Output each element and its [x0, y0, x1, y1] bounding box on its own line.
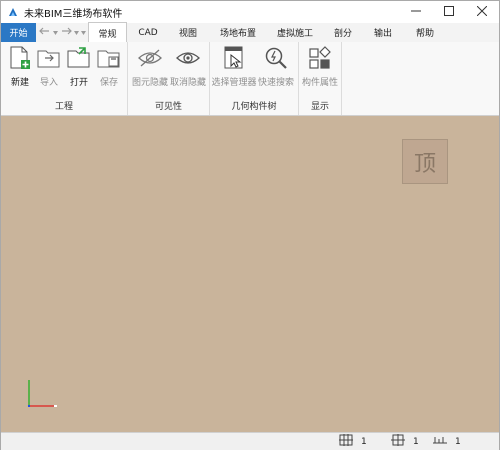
status-value: 1	[413, 436, 419, 447]
selection-manager-icon	[223, 44, 245, 73]
ribbon-group-visibility: 图元隐藏 取消隐藏 可见性	[128, 42, 210, 115]
tab-output[interactable]: 输出	[368, 23, 398, 42]
app-window: 未来BIM三维场布软件 开始 常规 CAD 视图 场地布置 虚拟施工 剖分 输出…	[0, 0, 500, 450]
status-scale[interactable]: 1	[433, 435, 461, 448]
hide-element-button[interactable]: 图元隐藏	[132, 44, 169, 88]
tab-general[interactable]: 常规	[88, 22, 127, 44]
new-button[interactable]: 新建	[5, 44, 35, 88]
undo-icon[interactable]	[39, 26, 51, 39]
ribbon-tab-row: 开始 常规 CAD 视图 场地布置 虚拟施工 剖分 输出 帮助	[1, 22, 499, 44]
close-button[interactable]	[466, 1, 498, 23]
ribbon-group-label-geometry-tree: 几何构件树	[231, 102, 277, 112]
selection-manager-button[interactable]: 选择管理器	[211, 44, 257, 88]
title-bar: 未来BIM三维场布软件	[1, 1, 499, 23]
element-properties-button-label: 构件属性	[302, 78, 339, 88]
status-bar: 1 1 1	[1, 432, 499, 450]
tab-section[interactable]: 剖分	[328, 23, 358, 42]
import-button[interactable]: 导入	[34, 44, 64, 88]
status-grid-2[interactable]: 1	[391, 434, 419, 449]
tab-help[interactable]: 帮助	[410, 23, 440, 42]
3d-viewport[interactable]: 顶	[1, 116, 499, 432]
save-icon	[97, 44, 121, 73]
element-properties-button[interactable]: 构件属性	[302, 44, 339, 88]
quick-search-button[interactable]: 快速搜索	[258, 44, 294, 88]
ribbon-group-label-project: 工程	[54, 102, 73, 112]
tab-cad[interactable]: CAD	[131, 23, 165, 42]
close-icon	[476, 5, 488, 19]
new-file-icon	[9, 44, 31, 73]
maximize-icon	[444, 5, 454, 19]
eye-icon	[175, 44, 201, 73]
unhide-button-label: 取消隐藏	[170, 78, 207, 88]
open-button-label: 打开	[69, 78, 88, 88]
tab-virtual-construction[interactable]: 虚拟施工	[270, 23, 320, 42]
redo-dropdown-icon[interactable]	[74, 28, 79, 38]
hide-element-button-label: 图元隐藏	[132, 78, 169, 88]
ribbon-group-project: 新建 导入 打开 保存 工程	[1, 42, 128, 115]
minimize-icon	[411, 6, 421, 19]
properties-icon	[308, 44, 332, 73]
import-button-label: 导入	[39, 78, 58, 88]
grid-snap-icon	[391, 434, 405, 449]
window-title: 未来BIM三维场布软件	[24, 9, 123, 20]
status-value: 1	[361, 436, 367, 447]
ribbon-group-label-display: 显示	[310, 102, 329, 112]
quick-search-button-label: 快速搜索	[258, 78, 295, 88]
save-button-label: 保存	[99, 78, 118, 88]
status-grid-1[interactable]: 1	[339, 434, 367, 449]
selection-manager-button-label: 选择管理器	[211, 78, 257, 88]
tab-site-layout[interactable]: 场地布置	[213, 23, 263, 42]
tab-view[interactable]: 视图	[171, 23, 205, 42]
status-value: 1	[455, 436, 461, 447]
redo-icon[interactable]	[60, 26, 72, 39]
import-icon	[37, 44, 61, 73]
grid-icon	[339, 434, 353, 449]
save-button[interactable]: 保存	[94, 44, 124, 88]
tab-start[interactable]: 开始	[1, 23, 36, 42]
new-button-label: 新建	[10, 78, 29, 88]
quick-access-toolbar	[39, 26, 86, 39]
undo-dropdown-icon[interactable]	[53, 28, 58, 38]
axis-triad-icon	[26, 378, 60, 413]
search-icon	[264, 44, 288, 73]
maximize-button[interactable]	[433, 1, 465, 23]
open-folder-icon	[67, 44, 91, 73]
qat-customize-icon[interactable]	[81, 28, 86, 38]
app-logo-icon	[7, 6, 19, 18]
unhide-button[interactable]: 取消隐藏	[170, 44, 207, 88]
ribbon-group-display: 构件属性 显示	[299, 42, 342, 115]
open-button[interactable]: 打开	[64, 44, 94, 88]
viewcube-top[interactable]: 顶	[402, 139, 448, 184]
ribbon-group-label-visibility: 可见性	[154, 102, 182, 112]
minimize-button[interactable]	[400, 1, 432, 23]
ribbon-group-geometry-tree: 选择管理器 快速搜索 几何构件树	[210, 42, 299, 115]
ribbon-panel: 新建 导入 打开 保存 工程 图元隐藏 取消隐藏 可见性 选择管理器 快速搜索 …	[1, 42, 499, 116]
eye-hidden-icon	[137, 44, 163, 73]
scale-ruler-icon	[433, 434, 447, 449]
